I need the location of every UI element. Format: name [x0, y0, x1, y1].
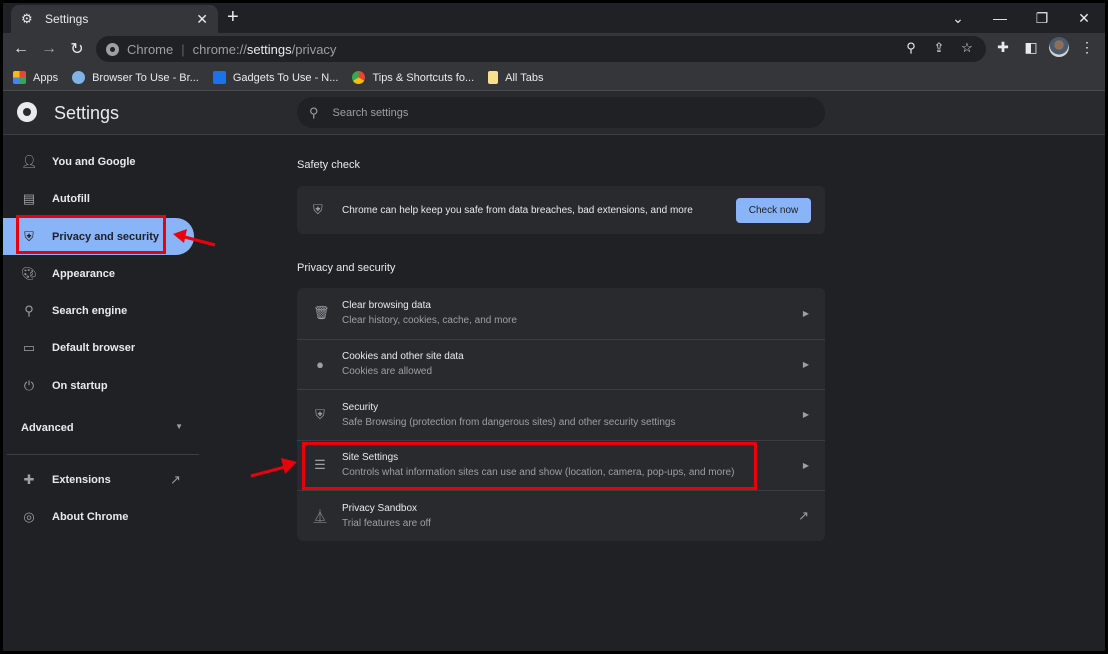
chevron-right-icon: ▶	[802, 460, 809, 470]
settings-header: Settings ⚲	[3, 91, 1105, 135]
reload-button[interactable]: ↻	[63, 39, 91, 59]
highlight-box-site-settings	[302, 442, 757, 490]
shield-icon: ⛨	[315, 406, 325, 422]
bookmark-gadgets-to-use[interactable]: Gadgets To Use - N...	[212, 71, 338, 84]
safety-check-heading: Safety check	[297, 159, 360, 171]
row-cookies[interactable]: ● Cookies and other site data Cookies ar…	[297, 338, 825, 390]
sidebar-divider	[7, 454, 199, 455]
puzzle-icon: ✚	[23, 471, 35, 487]
tab-settings[interactable]: ⚙ Settings ✕	[11, 5, 218, 33]
privacy-security-heading: Privacy and security	[297, 262, 396, 274]
address-bar[interactable]: Chrome | chrome://settings/privacy ⚲ ⇪ ☆	[96, 36, 986, 62]
row-privacy-sandbox[interactable]: ⏅ Privacy Sandbox Trial features are off…	[297, 490, 825, 541]
bookmark-star-icon[interactable]: ☆	[958, 40, 976, 56]
external-link-icon: ↗	[170, 471, 181, 487]
person-icon: 👤︎	[21, 153, 38, 169]
chrome-icon	[352, 71, 366, 84]
sidebar-item-about-chrome[interactable]: ◎ About Chrome	[3, 498, 194, 535]
search-settings-box[interactable]: ⚲	[297, 97, 825, 128]
gear-icon: ⚙	[21, 11, 33, 26]
flask-icon: ⏅	[313, 509, 327, 525]
row-clear-browsing-data[interactable]: 🗑︎ Clear browsing data Clear history, co…	[297, 288, 825, 339]
bookmark-browser-to-use[interactable]: Browser To Use - Br...	[72, 71, 199, 84]
check-now-button[interactable]: Check now	[736, 197, 811, 223]
power-icon: ⏻	[23, 377, 35, 393]
annotation-arrow-privacy	[173, 229, 216, 247]
chrome-logo-icon	[17, 102, 37, 122]
restore-button[interactable]: ❐	[1021, 10, 1063, 27]
bookmarks-bar: Apps Browser To Use - Br... Gadgets To U…	[3, 65, 1105, 91]
highlight-box-privacy	[16, 215, 166, 254]
chevron-down-icon: ▼	[175, 422, 183, 431]
clipboard-icon: ▤	[22, 190, 36, 206]
browser-window: ⚙ Settings ✕ + ⌄ — ❐ ✕ ← → ↻ Chrome | ch…	[3, 3, 1105, 651]
external-link-icon: ↗	[798, 507, 809, 523]
chevron-right-icon: ▶	[802, 308, 809, 318]
sidebar-item-extensions[interactable]: ✚ Extensions ↗	[3, 461, 194, 498]
share-icon[interactable]: ⇪	[930, 40, 948, 56]
cookie-icon: ●	[316, 356, 324, 372]
page-title: Settings	[54, 103, 120, 123]
back-button[interactable]: ←	[7, 40, 35, 58]
menu-kebab-icon[interactable]: ⋮	[1077, 39, 1097, 56]
origin-label: Chrome	[127, 41, 174, 57]
new-tab-button[interactable]: +	[227, 7, 239, 27]
sidebar-item-you-and-google[interactable]: 👤︎ You and Google	[3, 143, 194, 180]
extensions-puzzle-icon[interactable]: ✚	[993, 39, 1013, 56]
sidebar-item-autofill[interactable]: ▤ Autofill	[3, 180, 194, 217]
folder-icon	[488, 71, 499, 84]
sidebar-item-on-startup[interactable]: ⏻ On startup	[3, 367, 194, 404]
zoom-icon[interactable]: ⚲	[902, 40, 920, 56]
privacy-security-card: 🗑︎ Clear browsing data Clear history, co…	[297, 288, 825, 541]
side-panel-icon[interactable]: ◧	[1021, 39, 1041, 56]
origin-separator: |	[181, 41, 185, 57]
bookmark-apps[interactable]: Apps	[13, 71, 58, 84]
safety-check-text: Chrome can help keep you safe from data …	[342, 204, 693, 216]
chrome-icon	[106, 42, 119, 56]
chrome-icon: ◎	[23, 508, 35, 524]
palette-icon: 🎨︎	[21, 265, 38, 281]
tab-title: Settings	[45, 12, 89, 26]
minimize-button[interactable]: —	[979, 10, 1021, 26]
sidebar-item-appearance[interactable]: 🎨︎ Appearance	[3, 255, 194, 292]
bookmark-folder-all-tabs[interactable]: All Tabs	[488, 71, 543, 84]
row-security[interactable]: ⛨ Security Safe Browsing (protection fro…	[297, 389, 825, 440]
browser-icon: ▭	[22, 339, 36, 355]
close-window-button[interactable]: ✕	[1063, 10, 1105, 27]
shield-check-icon: ⛨	[313, 202, 323, 217]
apps-grid-icon	[13, 71, 26, 84]
sidebar-item-default-browser[interactable]: ▭ Default browser	[3, 329, 194, 366]
safety-check-card: ⛨ Chrome can help keep you safe from dat…	[297, 186, 825, 234]
annotation-arrow-site-settings	[250, 458, 297, 478]
search-icon: ⚲	[24, 302, 34, 318]
globe-icon	[72, 71, 86, 84]
tab-search-icon[interactable]: ⌄	[937, 10, 979, 27]
chevron-right-icon: ▶	[802, 410, 809, 420]
bookmark-tips-shortcuts[interactable]: Tips & Shortcuts fo...	[352, 71, 474, 84]
url-text: chrome://settings/privacy	[192, 41, 337, 57]
forward-button[interactable]: →	[35, 40, 63, 58]
toolbar: ← → ↻ Chrome | chrome://settings/privacy…	[3, 33, 1105, 65]
tab-strip: ⚙ Settings ✕ + ⌄ — ❐ ✕	[3, 3, 1105, 33]
search-settings-input[interactable]	[332, 106, 733, 119]
chevron-right-icon: ▶	[802, 359, 809, 369]
sidebar-item-search-engine[interactable]: ⚲ Search engine	[3, 292, 194, 329]
sidebar-advanced-toggle[interactable]: Advanced ▼	[21, 422, 183, 434]
close-tab-icon[interactable]: ✕	[196, 11, 208, 28]
gtu-icon	[212, 71, 226, 84]
trash-icon: 🗑︎	[313, 305, 330, 321]
search-icon: ⚲	[309, 104, 319, 120]
profile-avatar[interactable]	[1049, 37, 1069, 57]
